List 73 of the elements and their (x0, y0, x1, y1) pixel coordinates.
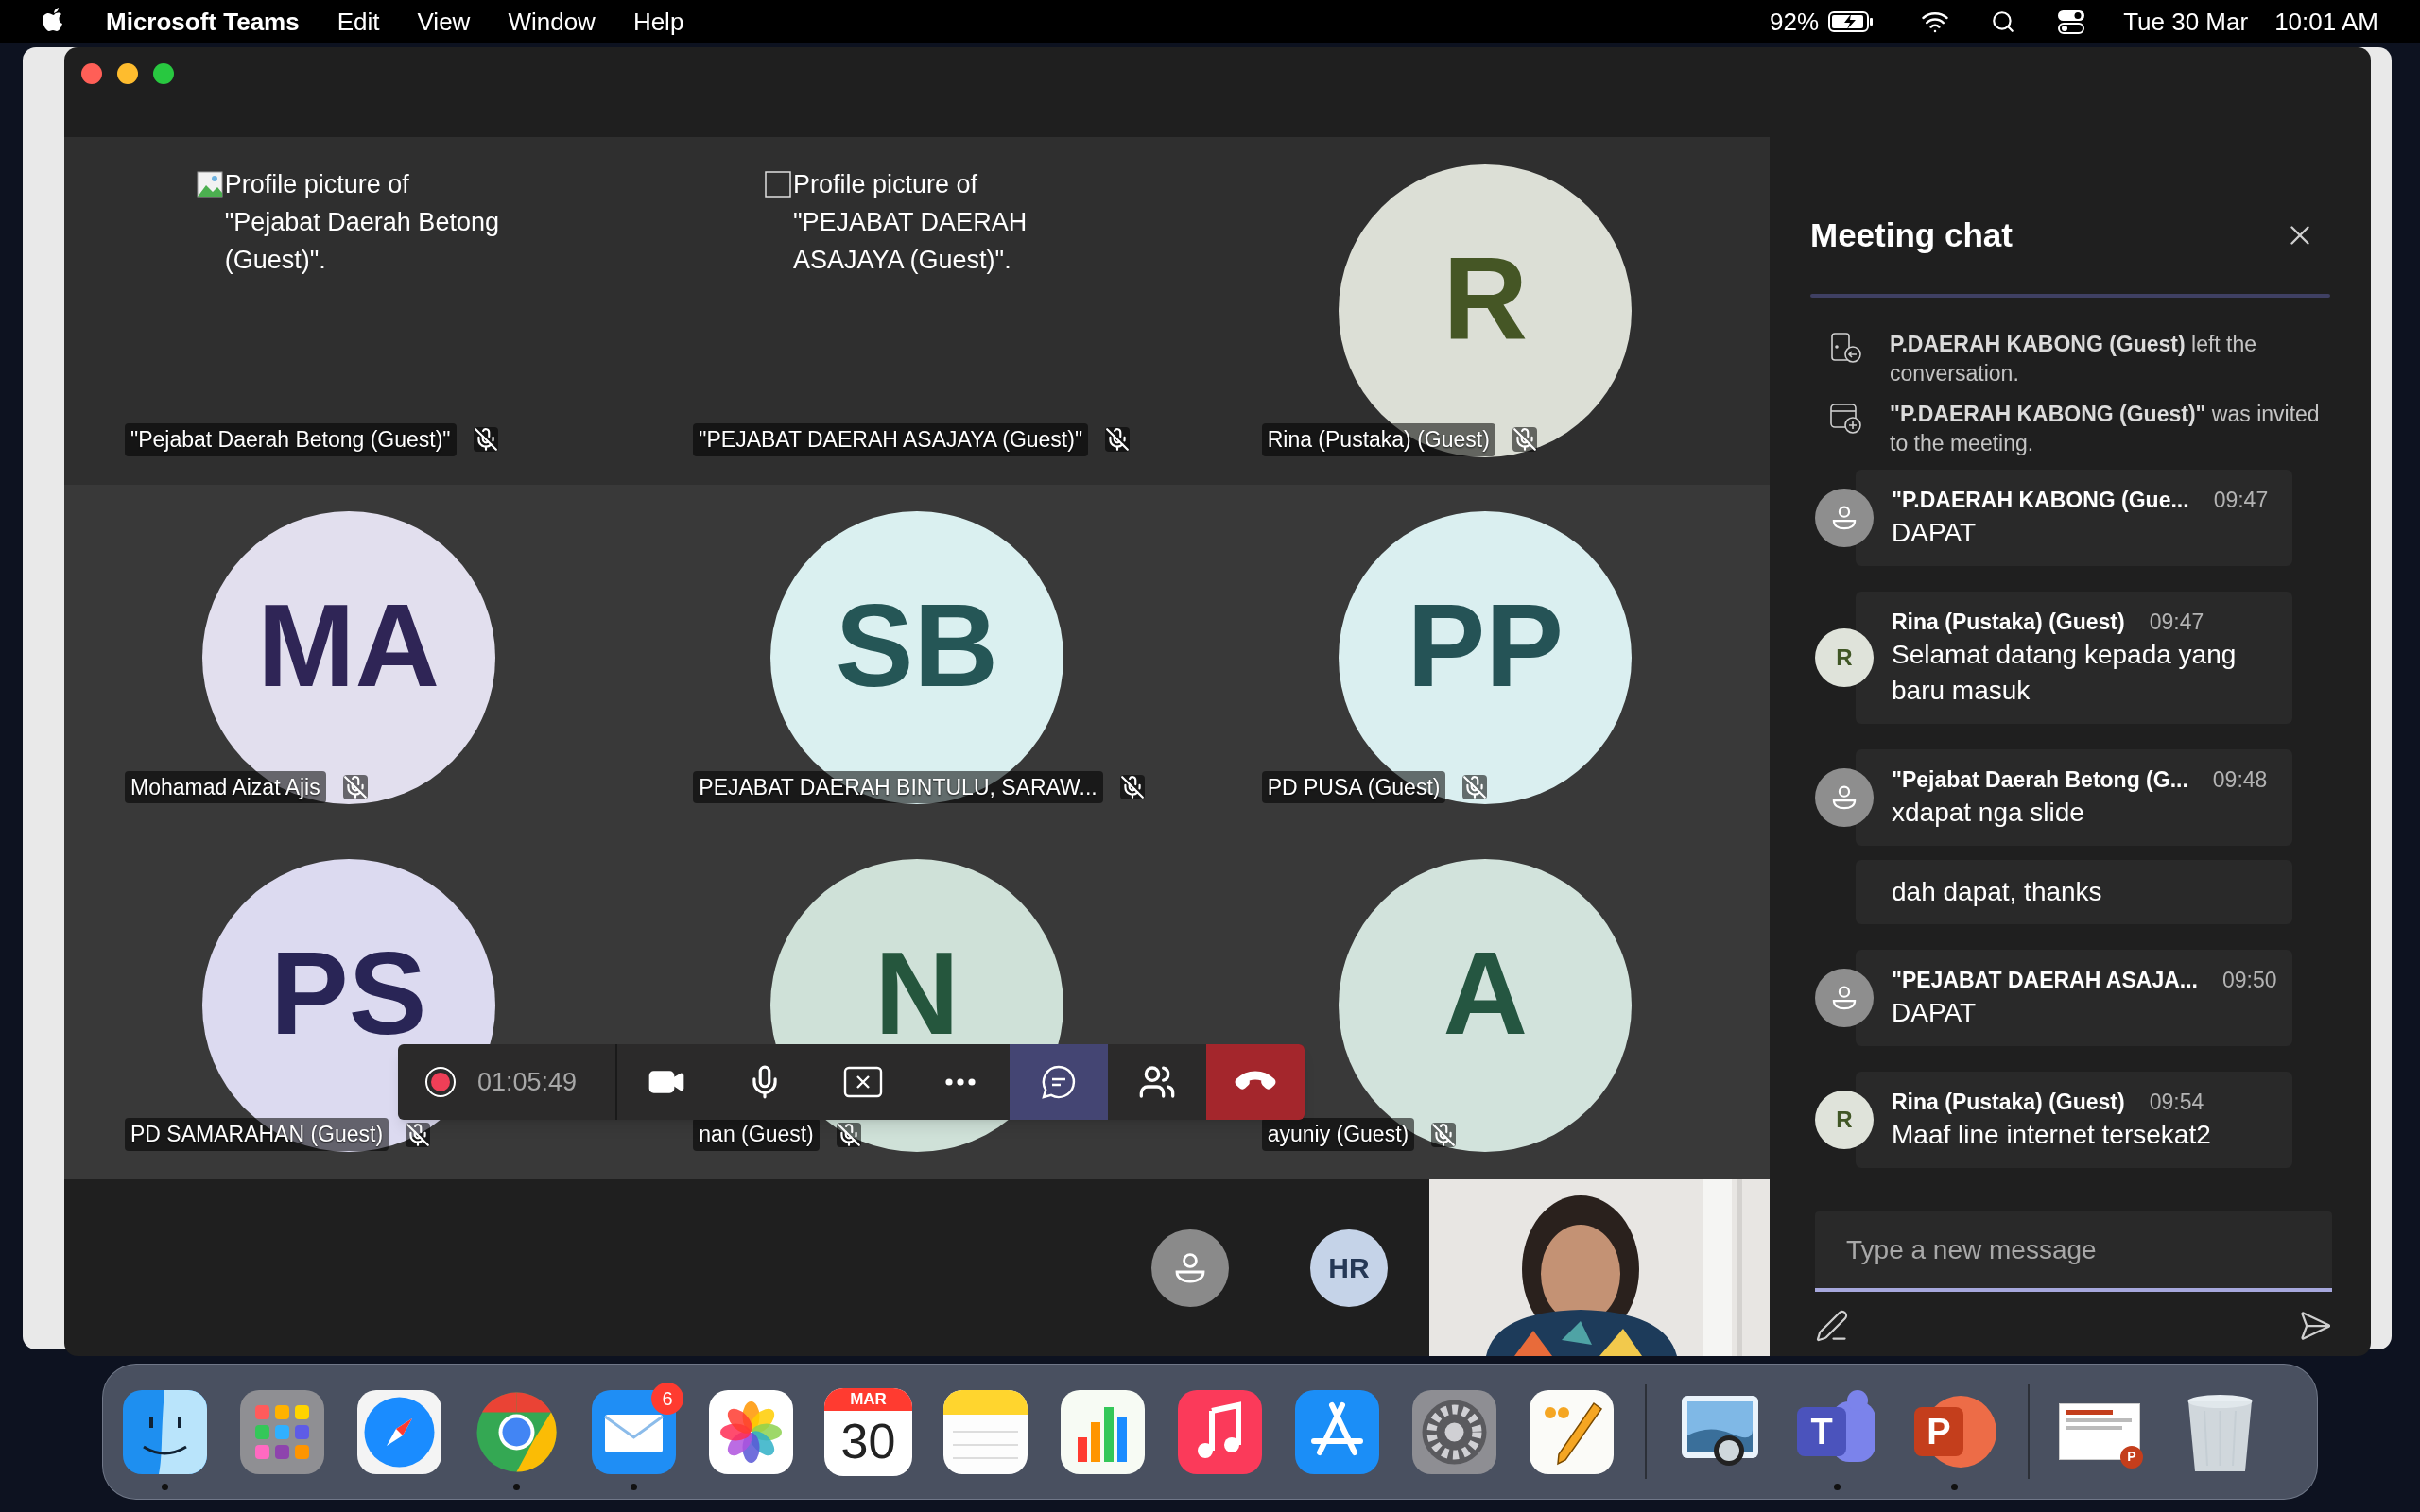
participant-name: Rina (Pustaka) (Guest) (1261, 423, 1495, 456)
people-icon (1138, 1063, 1177, 1101)
battery-percent: 92% (1770, 6, 1820, 38)
image-alt-text: Profile picture of "PEJABAT DAERAH ASAJAYA (Guest)". (793, 169, 1028, 276)
menu-date[interactable]: Tue 30 Mar (2123, 3, 2249, 41)
message-author: Rina (Pustaka) (Guest) (1892, 609, 2125, 636)
search-icon[interactable] (1991, 9, 2016, 34)
door-arrow-icon (1829, 332, 1861, 364)
message-input[interactable]: Type a new message (1815, 1211, 2332, 1292)
image-placeholder-icon (765, 171, 791, 198)
flower-icon[interactable] (707, 1387, 795, 1476)
message-time: 09:54 (2149, 1089, 2204, 1116)
share-screen-icon (842, 1066, 883, 1098)
call-timer: 01:05:49 (477, 1066, 578, 1098)
chat-title: Meeting chat (1810, 215, 2013, 255)
chat-button[interactable] (1010, 1044, 1109, 1120)
message-time: 09:48 (2212, 766, 2268, 794)
participant-name: "Pejabat Daerah Betong (Guest)" (125, 423, 457, 456)
system-message: P.DAERAH KABONG (Guest) left the conversation. (1890, 331, 2258, 387)
send-icon[interactable] (2298, 1309, 2332, 1343)
image-alt-text: Profile picture of "Pejabat Daerah Betong (Guest)". (224, 169, 500, 276)
hang-up-button[interactable] (1206, 1044, 1305, 1120)
message-text: dah dapat, thanks (1892, 876, 2103, 908)
bar-chart-icon[interactable] (1059, 1387, 1147, 1476)
notification-badge: 6 (651, 1382, 683, 1415)
gear-icon[interactable] (1410, 1387, 1498, 1476)
card-plus-icon (1829, 402, 1861, 434)
crossed-sticks-icon[interactable] (1293, 1387, 1381, 1476)
close-button[interactable] (81, 63, 102, 84)
quote-pen-icon[interactable] (1528, 1387, 1616, 1476)
app-menu[interactable]: Microsoft Teams (106, 3, 300, 41)
message-text: Selamat datang kepada yang baru masuk (1892, 639, 2238, 707)
message-text: DAPAT (1892, 517, 1978, 549)
message-author: "Pejabat Daerah Betong (G... (1892, 766, 2188, 794)
calendar-icon[interactable]: MAR 30 (824, 1387, 912, 1476)
message-time: 09:50 (2222, 967, 2277, 994)
message-time: 09:47 (2213, 487, 2269, 514)
menu-item[interactable]: Help (632, 3, 684, 41)
format-icon[interactable] (1815, 1309, 1849, 1343)
compass-icon[interactable] (355, 1387, 443, 1476)
smiling-face-icon[interactable] (121, 1387, 209, 1476)
avatar: R (1815, 1091, 1874, 1149)
message-time: 09:47 (2149, 609, 2204, 636)
broken-image-icon (196, 171, 223, 198)
notepad-icon[interactable] (942, 1387, 1029, 1476)
message-text: xdapat nga slide (1892, 797, 2085, 829)
music-note-icon[interactable] (1176, 1387, 1264, 1476)
menu-item[interactable]: View (417, 3, 471, 41)
participant-name: ayuniy (Guest) (1261, 1118, 1415, 1151)
menu-item[interactable]: Window (508, 3, 596, 41)
participant-avatar: HR (1310, 1228, 1388, 1307)
message-text: Maaf line internet tersekat2 (1892, 1119, 2212, 1151)
participant-name: "PEJABAT DAERAH ASAJAYA (Guest)" (693, 423, 1089, 456)
message-text: DAPAT (1892, 997, 1978, 1029)
battery-icon (1828, 10, 1875, 33)
participant-name: PD PUSA (Guest) (1261, 770, 1446, 804)
more-icon (945, 1078, 977, 1086)
envelope-icon[interactable] (590, 1387, 678, 1476)
toggles-icon[interactable] (2057, 9, 2086, 35)
participant-name: nan (Guest) (693, 1118, 820, 1151)
system-message: "P.DAERAH KABONG (Guest)" was invited to the meeting. (1890, 401, 2321, 457)
menu-clock[interactable]: 10:01 AM (2274, 3, 2378, 41)
message-author: "P.DAERAH KABONG (Gue... (1892, 487, 2189, 514)
menu-item[interactable]: Edit (337, 3, 380, 41)
message-author: "PEJABAT DAERAH ASAJA... (1892, 967, 2198, 994)
participant-name: PD SAMARAHAN (Guest) (125, 1118, 389, 1151)
avatar: R (1815, 628, 1874, 687)
maximize-button[interactable] (153, 63, 174, 84)
app-grid-icon[interactable] (238, 1387, 326, 1476)
participant-name: Mohamad Aizat Ajis (125, 770, 326, 804)
minimize-button[interactable] (117, 63, 138, 84)
participant-name: PEJABAT DAERAH BINTULU, SARAW... (693, 770, 1103, 804)
message-author: Rina (Pustaka) (Guest) (1892, 1089, 2125, 1116)
